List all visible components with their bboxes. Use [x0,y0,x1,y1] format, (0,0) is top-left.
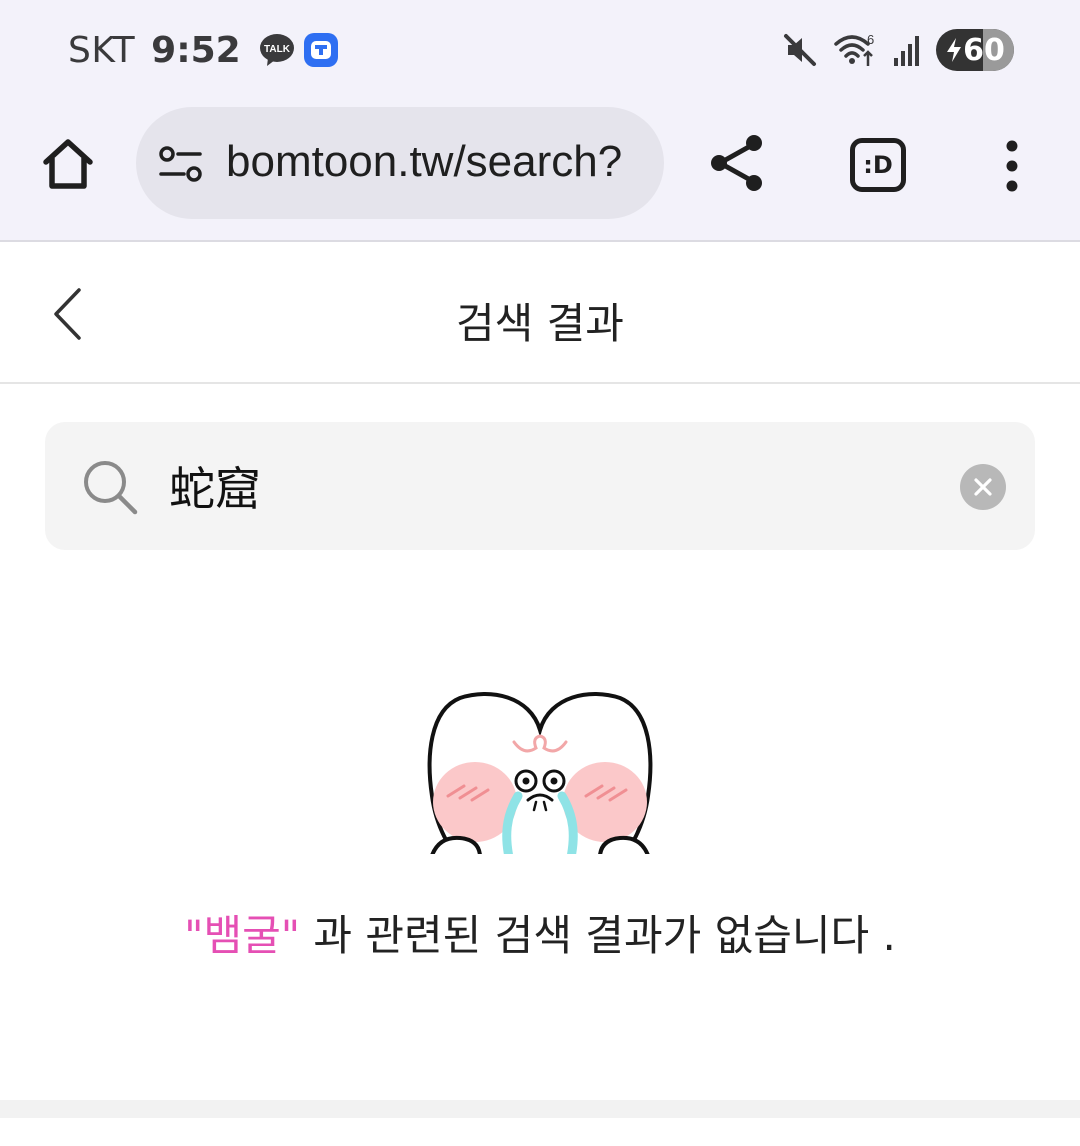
empty-results-text: 과 관련된 검색 결과가 없습니다 . [300,911,896,960]
battery-level: 60 [945,33,1005,68]
site-settings-icon[interactable] [158,145,204,183]
carrier-label: SKT [68,29,136,71]
empty-results-keyword: "뱀굴" [184,911,301,960]
page-title: 검색 결과 [456,299,624,348]
close-icon [974,478,992,496]
browser-toolbar: bomtoon.tw/search? :D [0,100,1080,242]
tab-switcher-label: :D [863,151,893,179]
share-icon[interactable] [708,132,768,194]
signal-icon [894,36,919,66]
search-input[interactable] [169,446,929,526]
status-bar-left: SKT 9:52 TALK [68,28,339,72]
bottom-divider [0,1100,1080,1118]
mute-icon [784,34,816,66]
kakaotalk-notification-icon: TALK [259,34,294,66]
url-bar[interactable]: bomtoon.tw/search? [136,107,664,219]
clock: 9:52 [151,29,241,71]
search-icon [84,461,138,515]
home-icon[interactable] [38,134,98,194]
clear-search-button[interactable] [960,464,1006,510]
page-header: 검색 결과 [0,244,1080,384]
svg-text:6: 6 [867,32,874,47]
status-bar: SKT 9:52 TALK 6 60 [0,0,1080,100]
battery-level-text: 60 [963,32,1005,68]
wifi-icon: 6 [834,32,874,66]
more-vert-icon[interactable] [990,136,1034,196]
status-bar-right: 6 60 [768,28,1014,72]
crying-mascot-illustration [427,691,653,854]
app-notification-icon [303,33,338,67]
tab-switcher-button[interactable]: :D [850,138,906,192]
charging-bolt-icon [947,38,962,62]
empty-results-message: "뱀굴" 과 관련된 검색 결과가 없습니다 . [0,902,1080,963]
battery-indicator: 60 [936,29,1014,71]
search-box [45,422,1035,550]
talk-badge-text: TALK [264,44,291,55]
url-text[interactable]: bomtoon.tw/search? [226,137,622,187]
